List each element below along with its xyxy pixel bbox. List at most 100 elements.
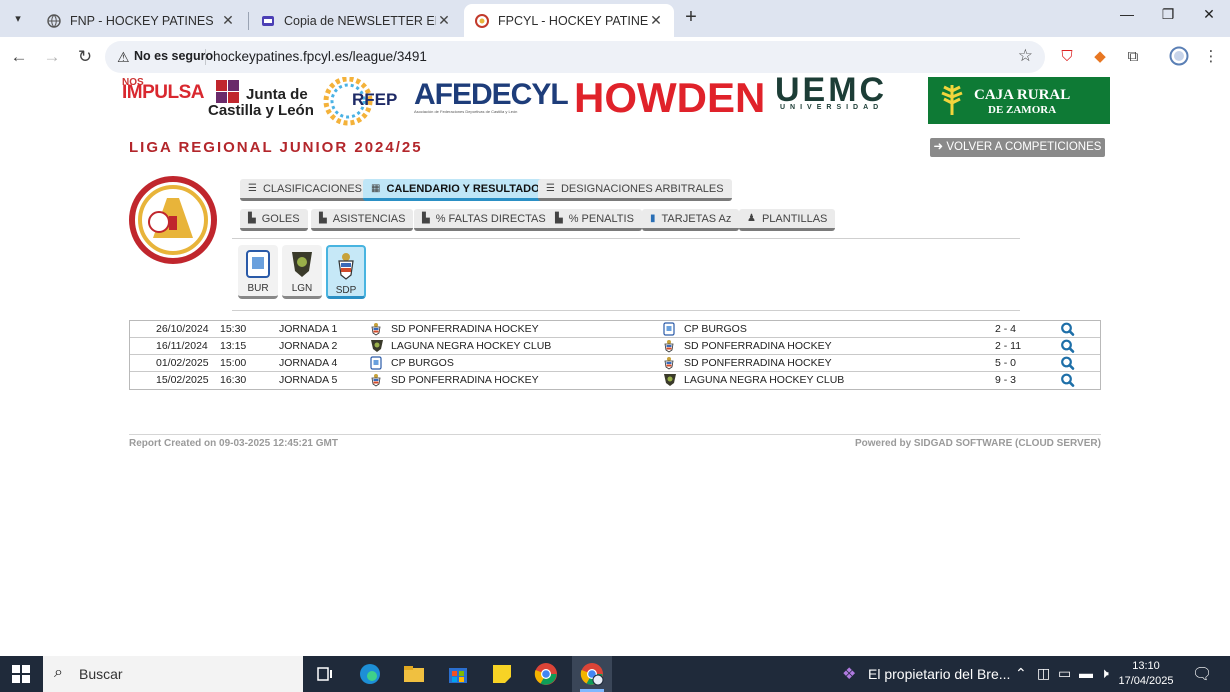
restore-button[interactable]: ❐: [1153, 6, 1183, 30]
url-text[interactable]: hockeypatines.fpcyl.es/league/3491: [213, 49, 427, 64]
menu-divider: [232, 238, 1020, 239]
home-team[interactable]: CP BURGOS: [391, 357, 454, 369]
battery-icon[interactable]: ▬: [1079, 665, 1093, 681]
match-details-search-icon[interactable]: [1060, 321, 1076, 337]
cortana-notice-icon[interactable]: ❖: [842, 664, 856, 684]
card-icon: ▮: [650, 212, 656, 224]
asistencias-button[interactable]: ▙ ASISTENCIAS: [311, 209, 414, 231]
warning-icon[interactable]: ⚠: [117, 49, 130, 66]
match-details-search-icon[interactable]: [1060, 372, 1076, 388]
plantillas-button[interactable]: ♟ PLANTILLAS: [739, 209, 836, 231]
close-tab-icon[interactable]: ✕: [648, 12, 664, 29]
back-arrow-icon[interactable]: ←: [7, 45, 31, 69]
reload-icon[interactable]: ↻: [73, 45, 97, 69]
close-tab-icon[interactable]: ✕: [436, 12, 452, 29]
away-team-logo-icon: [663, 356, 675, 370]
match-round: JORNADA 2: [279, 340, 338, 352]
chrome-profile-icon[interactable]: [580, 662, 604, 686]
tab-search-button[interactable]: ▾: [6, 7, 30, 29]
home-team[interactable]: LAGUNA NEGRA HOCKEY CLUB: [391, 340, 551, 352]
new-tab-button[interactable]: +: [680, 7, 702, 29]
powered-by-text[interactable]: Powered by SIDGAD SOFTWARE (CLOUD SERVER…: [855, 438, 1101, 449]
chrome-icon[interactable]: [534, 662, 558, 686]
match-row[interactable]: 01/02/2025 15:00 JORNADA 4 CP BURGOS SD PONF…: [130, 355, 1100, 372]
caja-rural-logo[interactable]: CAJA RURAL DE ZAMORA: [928, 77, 1110, 124]
home-team[interactable]: SD PONFERRADINA HOCKEY: [391, 374, 539, 386]
tab-divider: [248, 12, 249, 30]
designaciones-arbitrales-button[interactable]: ☰ DESIGNACIONES ARBITRALES: [538, 179, 732, 201]
goles-button[interactable]: ▙ GOLES: [240, 209, 308, 231]
team-card-sdp[interactable]: SDP: [326, 245, 366, 299]
home-team[interactable]: SD PONFERRADINA HOCKEY: [391, 323, 539, 335]
chart-icon: ▙: [248, 212, 256, 224]
meet-now-icon[interactable]: ◫: [1037, 665, 1050, 682]
menu-label: % FALTAS DIRECTAS: [435, 212, 546, 225]
match-row[interactable]: 15/02/2025 16:30 JORNADA 5 SD PONFERRADINA …: [130, 372, 1100, 389]
minimize-button[interactable]: —: [1112, 6, 1142, 30]
system-clock[interactable]: 13:10 17/04/2025: [1118, 659, 1174, 689]
windows-start-icon[interactable]: [12, 665, 30, 683]
report-created-text: Report Created on 09-03-2025 12:45:21 GM…: [129, 438, 338, 449]
back-button-label: VOLVER A COMPETICIONES: [946, 141, 1102, 153]
away-team-logo-icon: [663, 373, 676, 387]
forward-arrow-icon[interactable]: →: [40, 45, 64, 69]
security-status[interactable]: No es seguro: [134, 49, 213, 63]
impulsa-logo[interactable]: IMPULSA: [122, 82, 205, 104]
tarjetas-button[interactable]: ▮ TARJETAS Az: [642, 209, 740, 231]
away-team[interactable]: CP BURGOS: [684, 323, 747, 335]
team-card-bur[interactable]: BUR: [238, 245, 278, 299]
browser-tab-newsletter[interactable]: Copia de NEWSLETTER ENERO 2 ✕: [250, 4, 462, 37]
edge-browser-icon[interactable]: [358, 662, 382, 686]
search-placeholder: Buscar: [79, 666, 123, 682]
sticky-notes-icon[interactable]: [490, 662, 514, 686]
chevron-up-icon[interactable]: ⌃: [1015, 665, 1027, 682]
match-details-search-icon[interactable]: [1060, 338, 1076, 354]
browser-toolbar: ← → ↻ ⚠ No es seguro hockeypatines.fpcyl…: [0, 37, 1230, 77]
store-icon[interactable]: [446, 662, 470, 686]
close-tab-icon[interactable]: ✕: [220, 12, 236, 29]
team-code: LGN: [291, 283, 313, 294]
volume-mute-icon[interactable]: 🕨: [1100, 665, 1109, 682]
bur-crest-icon: [245, 249, 271, 279]
match-row[interactable]: 26/10/2024 15:30 JORNADA 1 SD PONFERRADINA …: [130, 321, 1100, 338]
notifications-icon[interactable]: 🗨: [1192, 664, 1212, 684]
metamask-fox-icon[interactable]: ◆: [1089, 46, 1111, 68]
more-menu-icon[interactable]: ⋮: [1200, 46, 1222, 68]
match-row[interactable]: 16/11/2024 13:15 JORNADA 2 LAGUNA NEGRA HOC…: [130, 338, 1100, 355]
address-bar[interactable]: ⚠ No es seguro hockeypatines.fpcyl.es/le…: [105, 41, 1045, 73]
howden-logo[interactable]: HOWDEN: [574, 77, 765, 122]
afedecyl-logo[interactable]: AFEDECYL: [414, 78, 569, 112]
sdp-crest-icon: [333, 251, 359, 281]
away-team[interactable]: SD PONFERRADINA HOCKEY: [684, 340, 832, 352]
taskbar-search-box[interactable]: ⌕ Buscar: [43, 656, 303, 692]
search-icon: ⌕: [54, 664, 63, 681]
windows-taskbar: ⌕ Buscar ❖ El propietario del Bre... ⌃ ◫…: [0, 656, 1230, 692]
bookmark-star-icon[interactable]: ☆: [1018, 46, 1033, 66]
away-team[interactable]: SD PONFERRADINA HOCKEY: [684, 357, 832, 369]
calendario-resultados-button[interactable]: ▦ CALENDARIO Y RESULTADOS: [363, 179, 555, 201]
penaltis-button[interactable]: ▙ % PENALTIS: [547, 209, 642, 231]
back-to-competitions-button[interactable]: ➜ VOLVER A COMPETICIONES: [930, 138, 1105, 157]
extension-shield-icon[interactable]: ⛉: [1056, 46, 1078, 68]
browser-tab-fpcyl[interactable]: FPCYL - HOCKEY PATINES ✕: [464, 4, 674, 37]
faltas-directas-button[interactable]: ▙ % FALTAS DIRECTAS: [414, 209, 554, 231]
match-score: 2 - 4: [995, 323, 1017, 335]
junta-line-2: Castilla y León: [208, 102, 314, 119]
tray-notification-text[interactable]: El propietario del Bre...: [868, 666, 1010, 682]
extensions-puzzle-icon[interactable]: ⧉: [1122, 46, 1144, 68]
away-team[interactable]: LAGUNA NEGRA HOCKEY CLUB: [684, 374, 844, 386]
match-details-search-icon[interactable]: [1060, 355, 1076, 371]
fpcyl-crest-logo: [129, 176, 217, 264]
network-icon[interactable]: ▭: [1058, 665, 1071, 682]
clasificaciones-button[interactable]: ☰ CLASIFICACIONES: [240, 179, 370, 201]
menu-label: DESIGNACIONES ARBITRALES: [560, 182, 724, 195]
file-explorer-icon[interactable]: [402, 662, 426, 686]
team-card-lgn[interactable]: LGN: [282, 245, 322, 299]
chart-icon: ▙: [319, 212, 327, 224]
close-window-button[interactable]: ✕: [1194, 6, 1224, 30]
caja-line-2: DE ZAMORA: [988, 104, 1057, 116]
profile-avatar-icon[interactable]: [1168, 46, 1190, 68]
rfep-logo[interactable]: RFEP: [352, 90, 397, 110]
task-view-icon[interactable]: [313, 662, 337, 686]
browser-tab-fnp[interactable]: FNP - HOCKEY PATINES ✕: [36, 4, 246, 37]
